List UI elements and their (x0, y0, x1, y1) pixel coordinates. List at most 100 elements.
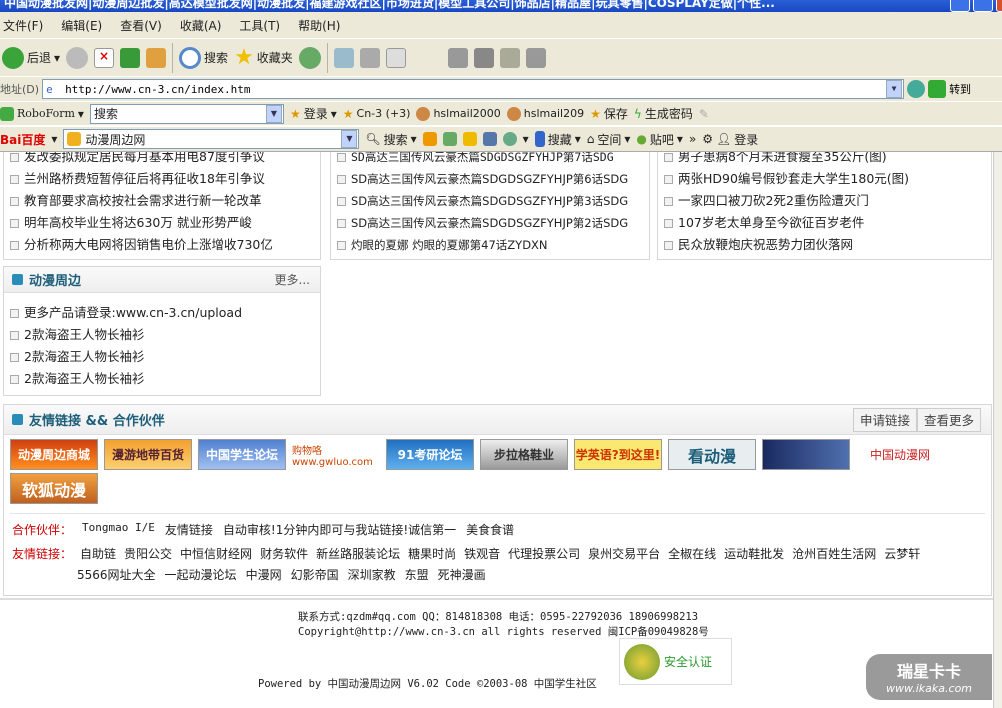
news-item[interactable]: 教育部要求高校按社会需求进行新一轮改革 (10, 190, 262, 212)
messenger-icon[interactable] (473, 47, 494, 68)
go-button[interactable]: 转到 (949, 81, 971, 97)
go-arrow-icon[interactable] (928, 80, 947, 98)
menu-edit[interactable]: 编辑(E) (61, 17, 102, 34)
friend-link[interactable]: 全椒在线 (668, 545, 716, 562)
baidu-search-input[interactable]: 动漫周边网 ▼ (63, 129, 360, 149)
friend-link[interactable]: 深圳家教 (348, 566, 396, 583)
logo-link[interactable]: 91考研论坛 (386, 439, 474, 470)
maximize-button[interactable] (973, 0, 993, 12)
news-item[interactable]: 107岁老太单身至今欲征百岁老件 (664, 212, 864, 234)
news-link[interactable]: SD高达三国传风云豪杰篇SDGDSGZFYHJP第2话SDG (351, 212, 628, 234)
news-item[interactable]: 分析称两大电网将因销售电价上涨增收730亿 (10, 234, 273, 256)
news-item[interactable]: 一家四口被刀砍2死2重伤险遭灭门 (664, 190, 869, 212)
news-link[interactable]: SD高达三国传风云豪杰篇SDGDSGZFYHJP第6话SDG (351, 168, 628, 190)
zhidao-icon[interactable] (462, 132, 477, 146)
logo-link[interactable]: 购物咯 www.gwluo.com (292, 439, 380, 470)
login-button[interactable]: ⚙ 👤︎ 登录 (702, 131, 758, 148)
hslmail2000-button[interactable]: hslmail2000 (416, 106, 501, 121)
list-item[interactable]: 更多产品请登录:www.cn-3.cn/upload (10, 302, 242, 324)
news-link[interactable]: SD高达三国传风云豪杰篇SDGDSGZFYHJP第7话SDG (351, 152, 614, 168)
search-button[interactable]: 搜索 (179, 46, 228, 69)
close-button[interactable] (996, 0, 1002, 12)
partner-link[interactable]: 友情链接 (165, 521, 213, 538)
friend-link[interactable]: 贵阳公交 (124, 545, 172, 562)
roboform-button[interactable]: RoboForm ▾ (0, 106, 84, 121)
friend-link[interactable]: 幻影帝国 (291, 566, 339, 583)
partner-link[interactable]: Tongmao I/E (82, 521, 155, 538)
menu-file[interactable]: 文件(F) (3, 17, 43, 34)
news-link[interactable]: 男子患病8个月未进食瘦至35公斤(图) (678, 152, 887, 168)
news-link[interactable]: 一家四口被刀砍2死2重伤险遭灭门 (678, 190, 869, 212)
media-icon[interactable] (525, 47, 546, 68)
print-icon[interactable] (359, 47, 380, 68)
eraser-icon[interactable]: ✎ (699, 107, 709, 121)
list-item[interactable]: 2款海盗王人物长袖衫 (10, 346, 144, 368)
vertical-scrollbar[interactable] (993, 152, 1002, 708)
logo-link[interactable]: 动漫周边商城 (10, 439, 98, 470)
news-item[interactable]: 灼眼的夏娜 灼眼的夏娜第47话ZYDXN (337, 234, 548, 256)
news-item[interactable]: SD高达三国传风云豪杰篇SDGDSGZFYHJP第6话SDG (337, 168, 628, 190)
baidu-logo[interactable]: Bai百度 (0, 131, 45, 148)
menu-favorites[interactable]: 收藏(A) (180, 17, 222, 34)
news-link[interactable]: 明年高校毕业生将达630万 就业形势严峻 (24, 212, 252, 234)
logo-link[interactable]: 软狐动漫 (10, 473, 98, 504)
more-chevron-icon[interactable]: » (689, 132, 696, 146)
news-link[interactable]: 分析称两大电网将因销售电价上涨增收730亿 (24, 234, 273, 256)
research-icon[interactable] (499, 47, 520, 68)
stop-icon[interactable]: × (94, 47, 115, 68)
roboform-search-select[interactable]: 搜索 ▼ (89, 103, 284, 124)
back-button[interactable]: 后退 ▾ (2, 46, 60, 69)
friend-link[interactable]: 中恒信财经网 (180, 545, 252, 562)
forward-icon[interactable] (66, 46, 89, 69)
home-icon[interactable] (146, 47, 167, 68)
item-link[interactable]: 2款海盗王人物长袖衫 (24, 368, 144, 390)
dropdown-arrow[interactable]: ▼ (265, 104, 282, 123)
image-icon[interactable] (442, 132, 457, 146)
menu-tools[interactable]: 工具(T) (239, 17, 280, 34)
more-link[interactable]: 更多... (275, 271, 310, 288)
map-icon[interactable] (502, 132, 517, 146)
list-item[interactable]: 2款海盗王人物长袖衫 (10, 368, 144, 390)
security-cert-badge[interactable]: 安全认证 (619, 638, 732, 685)
logo-link[interactable] (762, 439, 850, 470)
news-link[interactable]: SD高达三国传风云豪杰篇SDGDSGZFYHJP第3话SDG (351, 190, 628, 212)
friend-link[interactable]: 死神漫画 (438, 566, 486, 583)
hslmail209-button[interactable]: hslmail209 (506, 106, 584, 121)
news-link[interactable]: 发改委拟规定居民每月基本用电87度引争议 (24, 152, 265, 168)
friend-link[interactable]: 新丝路服装论坛 (316, 545, 400, 562)
favorites-button[interactable]: ★ 收藏夹 (234, 45, 293, 70)
view-more-button[interactable]: 查看更多 (916, 408, 981, 432)
partner-link[interactable]: 自动审核!1分钟内即可与我站链接!诚信第一 (223, 521, 456, 538)
news-link[interactable]: 民众放鞭炮庆祝恶势力团伙落网 (678, 234, 853, 256)
tieba-button[interactable]: ● 贴吧 ▾ (636, 131, 683, 148)
list-item[interactable]: 2款海盗王人物长袖衫 (10, 324, 144, 346)
logo-link[interactable]: 看动漫 (668, 439, 756, 470)
partner-link[interactable]: 美食食谱 (466, 521, 514, 538)
friend-link[interactable]: 沧州百姓生活网 (792, 545, 876, 562)
friend-link[interactable]: 运动鞋批发 (724, 545, 784, 562)
news-link[interactable]: 两张HD90编号假钞套走大学生180元(图) (678, 168, 909, 190)
logo-link[interactable]: 中国学生论坛 (198, 439, 286, 470)
friend-link[interactable]: 财务软件 (260, 545, 308, 562)
friend-link[interactable]: 一起动漫论坛 (165, 566, 237, 583)
news-item[interactable]: SD高达三国传风云豪杰篇SDGDSGZFYHJP第7话SDG (337, 152, 614, 168)
music-icon[interactable] (422, 132, 437, 146)
friend-link[interactable]: 泉州交易平台 (588, 545, 660, 562)
space-button[interactable]: ⌂ 空间 ▾ (587, 131, 631, 148)
minimize-button[interactable] (950, 0, 970, 12)
mail-icon[interactable] (333, 47, 354, 68)
generate-password-button[interactable]: ϟ 生成密码 (634, 105, 693, 122)
save-button[interactable]: ★ 保存 (590, 105, 628, 122)
dropdown-arrow[interactable]: ▼ (341, 130, 358, 148)
friend-link[interactable]: 自助链 (80, 545, 116, 562)
friend-link[interactable]: 铁观音 (464, 545, 500, 562)
item-link[interactable]: 2款海盗王人物长袖衫 (24, 324, 144, 346)
news-item[interactable]: 兰州路桥费短暂停征后将再征收18年引争议 (10, 168, 265, 190)
friend-link[interactable]: 中漫网 (246, 566, 282, 583)
news-link[interactable]: 107岁老太单身至今欲征百岁老件 (678, 212, 864, 234)
friend-link[interactable]: 代理投票公司 (508, 545, 580, 562)
item-link[interactable]: 2款海盗王人物长袖衫 (24, 346, 144, 368)
news-item[interactable]: 男子患病8个月未进食瘦至35公斤(图) (664, 152, 887, 168)
friend-link[interactable]: 糖果时尚 (408, 545, 456, 562)
apply-link-button[interactable]: 申请链接 (852, 408, 917, 432)
